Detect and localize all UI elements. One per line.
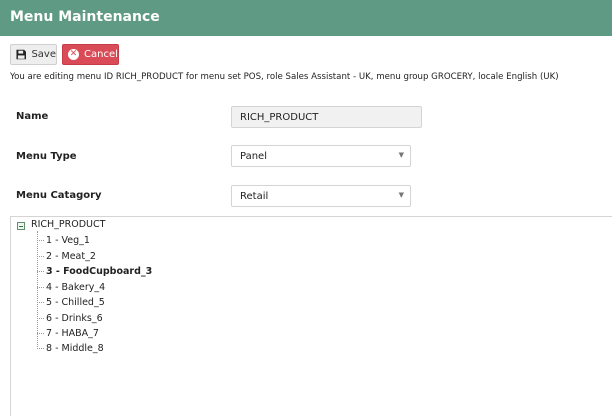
tree-item[interactable]: 1 - Veg_1 (46, 235, 90, 246)
tree-connector (37, 333, 44, 334)
tree-connector-line (37, 231, 38, 347)
name-value: RICH_PRODUCT (240, 111, 319, 123)
caret-down-icon: ▼ (398, 191, 404, 199)
title-bar: Menu Maintenance (0, 0, 612, 36)
menu-category-select[interactable]: Retail ▼ (231, 185, 411, 207)
cancel-button[interactable]: ✕ Cancel (62, 44, 119, 65)
menu-category-value: Retail (240, 190, 269, 202)
tree-root-node[interactable]: RICH_PRODUCT (31, 219, 105, 230)
tree-item[interactable]: 8 - Middle_8 (46, 343, 104, 354)
tree-item[interactable]: 5 - Chilled_5 (46, 297, 105, 308)
tree-item[interactable]: 7 - HABA_7 (46, 328, 99, 339)
menu-type-label: Menu Type (16, 151, 77, 162)
x-circle-icon: ✕ (68, 49, 79, 60)
minus-box-icon[interactable] (17, 222, 25, 230)
tree-item-selected[interactable]: 3 - FoodCupboard_3 (46, 266, 152, 277)
caret-down-icon: ▼ (398, 151, 404, 159)
editing-info-text: You are editing menu ID RICH_PRODUCT for… (10, 72, 559, 82)
tree-item[interactable]: 4 - Bakery_4 (46, 282, 105, 293)
tree-connector (37, 256, 44, 257)
tree-connector (37, 302, 44, 303)
name-label: Name (16, 111, 49, 122)
tree-connector (37, 287, 44, 288)
tree-connector (37, 271, 44, 272)
tree-connector (37, 318, 44, 319)
tree-item[interactable]: 2 - Meat_2 (46, 251, 96, 262)
cancel-label: Cancel (84, 49, 118, 60)
tree-connector (37, 240, 44, 241)
name-field[interactable]: RICH_PRODUCT (231, 106, 422, 128)
tree-item[interactable]: 6 - Drinks_6 (46, 313, 103, 324)
save-button[interactable]: Save (10, 44, 57, 65)
save-label: Save (31, 49, 56, 60)
menu-category-label: Menu Catagory (16, 190, 102, 201)
menu-type-select[interactable]: Panel ▼ (231, 145, 411, 167)
floppy-disk-icon (16, 49, 26, 60)
page-title: Menu Maintenance (10, 9, 160, 25)
menu-type-value: Panel (240, 150, 267, 162)
tree-connector (37, 348, 44, 349)
